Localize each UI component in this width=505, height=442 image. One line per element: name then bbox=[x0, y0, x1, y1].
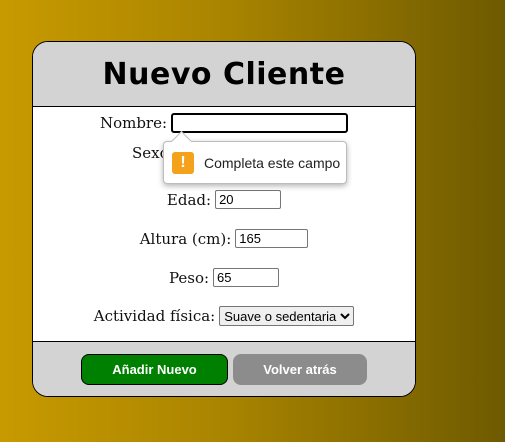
add-new-button[interactable]: Añadir Nuevo bbox=[81, 353, 228, 385]
edad-row: Edad: bbox=[33, 190, 415, 209]
altura-row: Altura (cm): bbox=[33, 229, 415, 248]
actividad-select[interactable]: Suave o sedentaria bbox=[219, 306, 355, 326]
actividad-row: Actividad física: Suave o sedentaria bbox=[33, 306, 415, 326]
back-button[interactable]: Volver atrás bbox=[233, 353, 367, 385]
edad-input[interactable] bbox=[215, 190, 282, 209]
page-title: Nuevo Cliente bbox=[102, 56, 346, 92]
nombre-input[interactable] bbox=[171, 113, 349, 133]
validation-message: Completa este campo bbox=[204, 154, 341, 171]
altura-label: Altura (cm): bbox=[139, 229, 232, 248]
card-header: Nuevo Cliente bbox=[33, 42, 415, 107]
warning-icon: ! bbox=[172, 151, 194, 174]
validation-tooltip: ! Completa este campo bbox=[163, 141, 347, 184]
actividad-label: Actividad física: bbox=[93, 307, 216, 325]
nombre-label: Nombre: bbox=[99, 114, 168, 132]
peso-input[interactable] bbox=[213, 268, 280, 287]
altura-input[interactable] bbox=[235, 229, 309, 248]
peso-row: Peso: bbox=[33, 268, 415, 287]
edad-label: Edad: bbox=[166, 190, 212, 209]
new-client-card: Nuevo Cliente Nombre: Sexo Edad: Altura … bbox=[32, 41, 416, 397]
card-footer: Añadir Nuevo Volver atrás bbox=[33, 341, 415, 396]
nombre-row: Nombre: bbox=[33, 113, 415, 133]
peso-label: Peso: bbox=[168, 268, 210, 287]
